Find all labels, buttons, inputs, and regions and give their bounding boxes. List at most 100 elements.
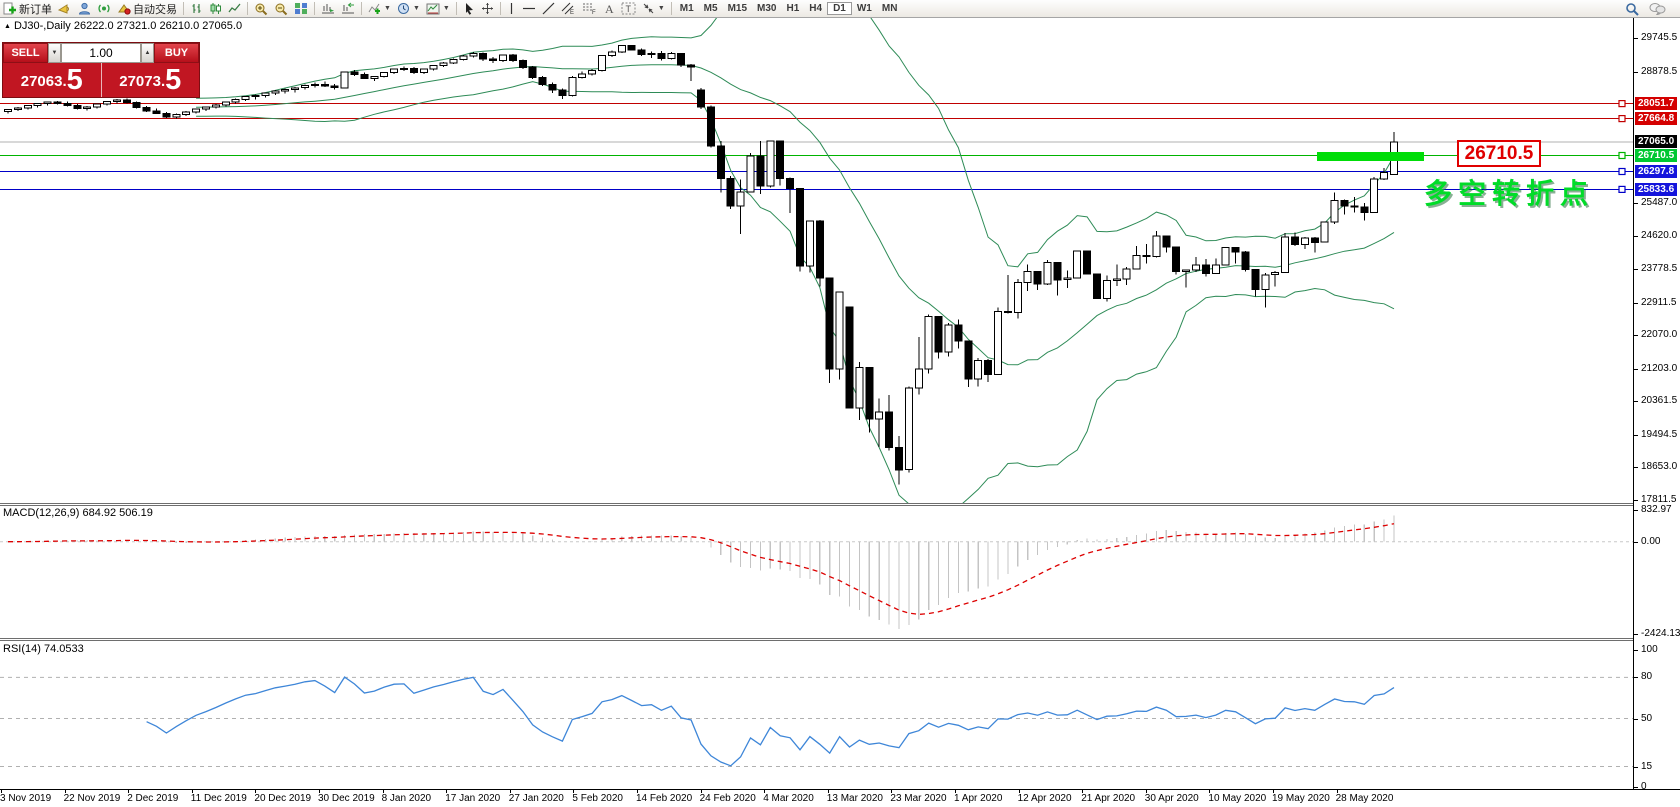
timeframe-H1[interactable]: H1 xyxy=(781,3,804,14)
tile-windows-icon xyxy=(295,3,307,14)
horizontal-line-tool[interactable] xyxy=(519,1,539,17)
auto-scroll-icon xyxy=(322,4,334,14)
periods-button[interactable]: ▼ xyxy=(394,1,423,17)
dropdown-arrow-icon: ▼ xyxy=(384,5,391,12)
label-tool[interactable]: T xyxy=(618,1,639,17)
price-axis[interactable]: 29745.5 28878.5 25487.0 24620.0 23778.5 22911… xyxy=(1633,17,1680,792)
templates-button[interactable]: ▼ xyxy=(423,1,453,17)
zoom-in-button[interactable] xyxy=(251,1,271,17)
bar-chart-button[interactable] xyxy=(187,1,206,17)
auto-scroll-button[interactable] xyxy=(318,1,338,17)
axis-tick-label: 832.97 xyxy=(1634,504,1672,516)
timeframe-M1[interactable]: M1 xyxy=(675,3,699,14)
fibonacci-tool[interactable]: F xyxy=(579,1,600,17)
timeframe-M15[interactable]: M15 xyxy=(723,3,752,14)
svg-text:A: A xyxy=(605,2,614,15)
cursor-tool-button[interactable] xyxy=(460,1,478,17)
timeframe-D1[interactable]: D1 xyxy=(827,2,852,15)
panel-toggle-icon[interactable]: ▲ xyxy=(4,23,11,30)
broadcast-icon xyxy=(98,4,110,13)
horizontal-line-icon xyxy=(522,7,535,10)
auto-trade-button[interactable]: 自动交易 xyxy=(114,1,180,17)
trendline-tool[interactable] xyxy=(539,1,558,17)
level-price-badge[interactable]: 25833.6 xyxy=(1635,182,1678,196)
channel-tool[interactable]: E xyxy=(558,1,579,17)
volume-increase-button[interactable]: ▲ xyxy=(141,43,154,63)
chart-title-text: DJ30-,Daily 26222.0 27321.0 26210.0 2706… xyxy=(13,20,243,32)
toolbar-separator xyxy=(670,2,672,15)
zoom-in-icon xyxy=(255,3,268,15)
timeframe-W1[interactable]: W1 xyxy=(852,3,877,14)
level-drag-handle[interactable] xyxy=(1618,167,1626,176)
pivot-note-text[interactable]: 多空转折点 xyxy=(1424,172,1594,212)
clock-icon xyxy=(397,3,409,14)
toolbar-separator xyxy=(499,2,501,15)
level-price-badge[interactable]: 27664.8 xyxy=(1635,112,1678,126)
date-label: 17 Jan 2020 xyxy=(445,793,501,804)
date-label: 4 Mar 2020 xyxy=(763,793,814,804)
chart-shift-button[interactable] xyxy=(338,1,358,17)
search-icon[interactable] xyxy=(1625,2,1639,16)
zoom-out-button[interactable] xyxy=(271,1,291,17)
chat-icon[interactable] xyxy=(1649,2,1666,15)
pane-separator[interactable] xyxy=(0,638,1680,641)
level-price-badge[interactable]: 26710.5 xyxy=(1635,149,1678,162)
date-axis[interactable]: 3 Nov 2019 22 Nov 2019 2 Dec 2019 11 Dec 20… xyxy=(0,789,1680,807)
axis-tick-label: 29745.5 xyxy=(1634,32,1677,44)
level-drag-handle[interactable] xyxy=(1618,114,1626,123)
axis-tick-label: 23778.5 xyxy=(1634,263,1677,275)
level-drag-handle[interactable] xyxy=(1618,99,1626,108)
date-label: 20 Dec 2019 xyxy=(254,793,312,804)
pane-separator[interactable] xyxy=(0,503,1680,506)
megaphone-icon xyxy=(58,4,69,14)
bollinger-bands xyxy=(196,17,1395,503)
template-icon xyxy=(426,3,440,14)
axis-tick-label: 18653.0 xyxy=(1634,461,1677,473)
line-chart-button[interactable] xyxy=(225,1,244,17)
toolbar-separator xyxy=(314,2,315,15)
volume-decrease-button[interactable]: ▼ xyxy=(48,43,61,63)
buy-price[interactable]: 27073. 5 xyxy=(102,63,200,97)
date-label: 10 May 2020 xyxy=(1208,793,1267,804)
date-label: 5 Feb 2020 xyxy=(572,793,623,804)
fibonacci-icon: F xyxy=(582,3,596,15)
level-drag-handle[interactable] xyxy=(1618,151,1626,160)
timeframe-M5[interactable]: M5 xyxy=(699,3,723,14)
indicators-icon xyxy=(368,3,380,14)
date-label: 24 Feb 2020 xyxy=(699,793,756,804)
timeframe-H4[interactable]: H4 xyxy=(804,3,827,14)
highlight-bar-annotation[interactable] xyxy=(1317,152,1424,161)
dropdown-arrow-icon: ▼ xyxy=(657,5,665,12)
price-note-box[interactable]: 26710.5 xyxy=(1457,140,1541,167)
bar-chart-icon xyxy=(192,4,201,13)
level-price-badge[interactable]: 26297.8 xyxy=(1635,165,1678,178)
level-drag-handle[interactable] xyxy=(1618,185,1626,193)
timeframe-MN[interactable]: MN xyxy=(877,3,903,14)
tile-windows-button[interactable] xyxy=(291,1,311,17)
arrows-tool[interactable]: ▼ xyxy=(639,1,668,17)
rsi-pane[interactable] xyxy=(0,641,1633,789)
text-tool[interactable]: A xyxy=(600,1,618,17)
macd-pane[interactable] xyxy=(0,506,1633,638)
crosshair-tool-button[interactable] xyxy=(478,1,497,17)
one-click-trade-panel: SELL ▼ 1.00 ▲ BUY 27063. 5 27073. 5 xyxy=(2,42,200,98)
volume-input[interactable]: 1.00 xyxy=(61,43,141,63)
new-order-button[interactable]: 新订单 xyxy=(0,1,55,17)
candlestick-button[interactable] xyxy=(206,1,225,17)
main-price-chart[interactable] xyxy=(0,17,1633,503)
new-order-label: 新订单 xyxy=(19,3,52,16)
news-button[interactable] xyxy=(55,1,75,17)
current-price-badge[interactable]: 27065.0 xyxy=(1635,135,1678,149)
timeframe-M30[interactable]: M30 xyxy=(752,3,781,14)
accounts-button[interactable] xyxy=(75,1,94,17)
text-label-icon: T xyxy=(621,2,636,15)
level-price-badge[interactable]: 28051.7 xyxy=(1635,97,1678,111)
broadcast-button[interactable] xyxy=(94,1,114,17)
sell-button[interactable]: SELL xyxy=(3,43,48,63)
line-chart-icon xyxy=(228,3,241,13)
buy-button[interactable]: BUY xyxy=(154,43,199,63)
vertical-line-tool[interactable] xyxy=(504,1,519,17)
indicators-button[interactable]: ▼ xyxy=(365,1,394,17)
sell-price[interactable]: 27063. 5 xyxy=(3,63,101,97)
sell-price-main: 27063. xyxy=(20,73,67,90)
